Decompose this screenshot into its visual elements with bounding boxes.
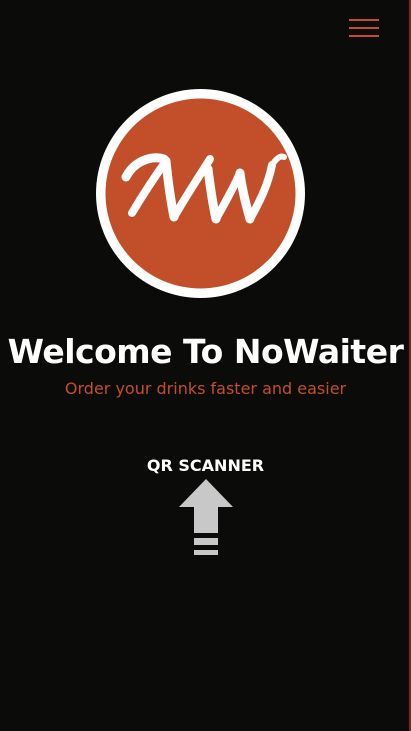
- hamburger-menu-icon-bar: [349, 35, 379, 37]
- page-title: Welcome To NoWaiter: [7, 332, 404, 371]
- nowaiter-logo: [96, 89, 305, 298]
- page-subtitle: Order your drinks faster and easier: [64, 379, 347, 398]
- qr-scanner-label: QR SCANNER: [146, 456, 265, 475]
- arrow-up-icon: [179, 479, 233, 555]
- hamburger-menu-icon-bar: [349, 27, 379, 29]
- nowaiter-logo-icon: [96, 89, 305, 298]
- hamburger-menu-icon: [349, 19, 379, 21]
- menu-button[interactable]: [346, 17, 382, 41]
- app-screen: Welcome To NoWaiter Order your drinks fa…: [0, 0, 411, 731]
- qr-scanner-button[interactable]: QR SCANNER: [130, 452, 281, 562]
